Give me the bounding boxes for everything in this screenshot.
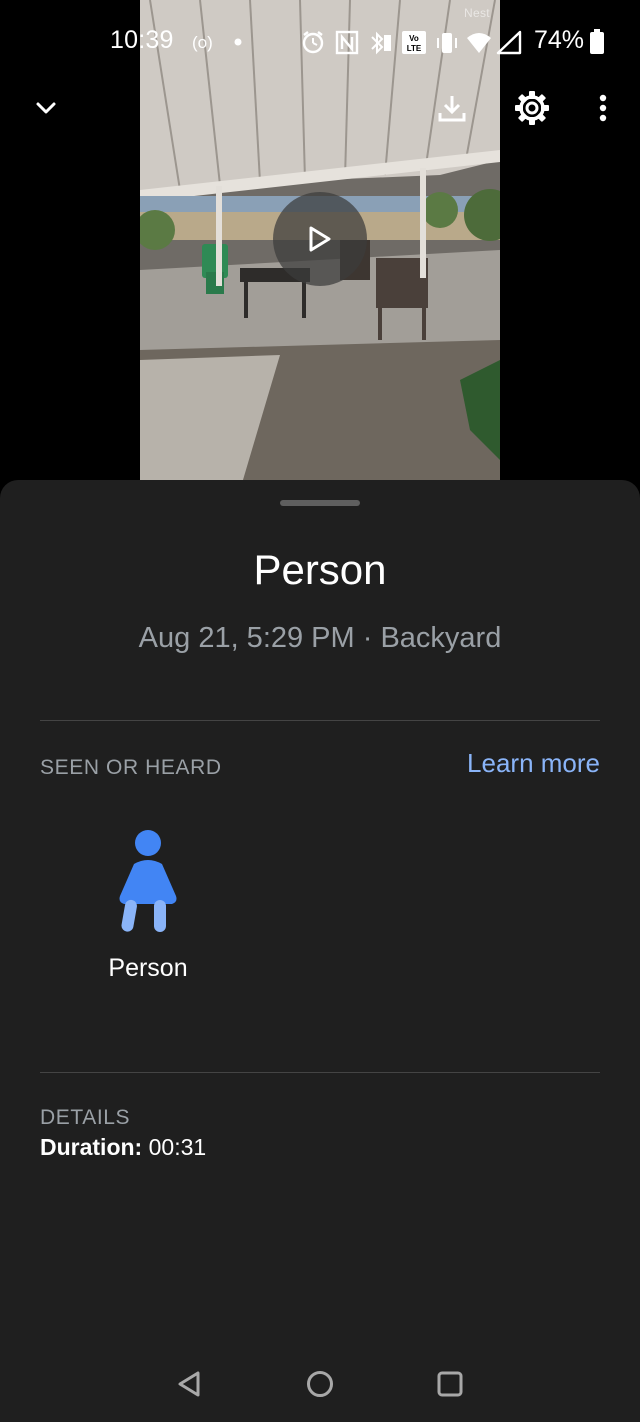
wifi-icon [467, 33, 491, 53]
battery-percent: 74% [534, 26, 585, 54]
nav-recents-button[interactable] [420, 1364, 480, 1404]
vibrate-icon [437, 33, 457, 53]
chevron-down-icon [36, 102, 56, 114]
svg-text:(o): (o) [192, 33, 213, 52]
nest-watermark: Nest [464, 6, 490, 20]
back-triangle-icon [178, 1371, 200, 1397]
play-icon [309, 226, 331, 252]
recents-square-icon [437, 1371, 463, 1397]
collapse-button[interactable] [22, 84, 70, 132]
gear-icon [515, 91, 549, 125]
more-vert-icon [599, 94, 607, 122]
svg-text:Vo: Vo [409, 34, 419, 43]
download-button[interactable] [428, 84, 476, 132]
event-details-sheet: Person Aug 21, 5:29 PM · Backyard SEEN O… [0, 480, 640, 1422]
divider [40, 1072, 600, 1073]
details-label: DETAILS [40, 1106, 131, 1129]
nfc-icon [335, 30, 359, 55]
seen-item-person: Person [92, 826, 204, 983]
svg-text:LTE: LTE [407, 44, 422, 53]
signal-icon [496, 30, 522, 55]
more-options-button[interactable] [579, 84, 627, 132]
duration-row: Duration: 00:31 [40, 1134, 206, 1161]
download-icon [438, 96, 466, 122]
nav-back-button[interactable] [160, 1364, 220, 1404]
volte-icon: Vo LTE [402, 31, 426, 54]
status-bar: 10:39 (o) Vo LTE 74% [0, 20, 640, 62]
alarm-icon [302, 31, 324, 54]
seen-or-heard-label: SEEN OR HEARD [40, 756, 222, 779]
seen-item-label: Person [108, 954, 188, 982]
hotspot-icon: (o) [192, 33, 213, 52]
video-area: Nest 10:39 (o) Vo LTE 74% [0, 0, 640, 490]
event-title: Person [253, 546, 387, 593]
duration-value: 00:31 [148, 1134, 207, 1160]
battery-icon [590, 29, 604, 54]
home-circle-icon [307, 1371, 333, 1397]
bluetooth-battery-icon [371, 31, 391, 55]
status-icons: (o) Vo LTE [192, 30, 522, 55]
divider [40, 720, 600, 721]
settings-button[interactable] [508, 84, 556, 132]
event-subtitle: Aug 21, 5:29 PM · Backyard [138, 622, 502, 654]
dot-icon [234, 38, 242, 46]
play-button[interactable] [273, 192, 367, 286]
drag-handle[interactable] [280, 500, 360, 506]
status-time: 10:39 [110, 26, 174, 54]
duration-key: Duration: [40, 1134, 143, 1160]
learn-more-link[interactable]: Learn more [467, 748, 600, 779]
nav-home-button[interactable] [290, 1364, 350, 1404]
person-icon [119, 830, 177, 932]
